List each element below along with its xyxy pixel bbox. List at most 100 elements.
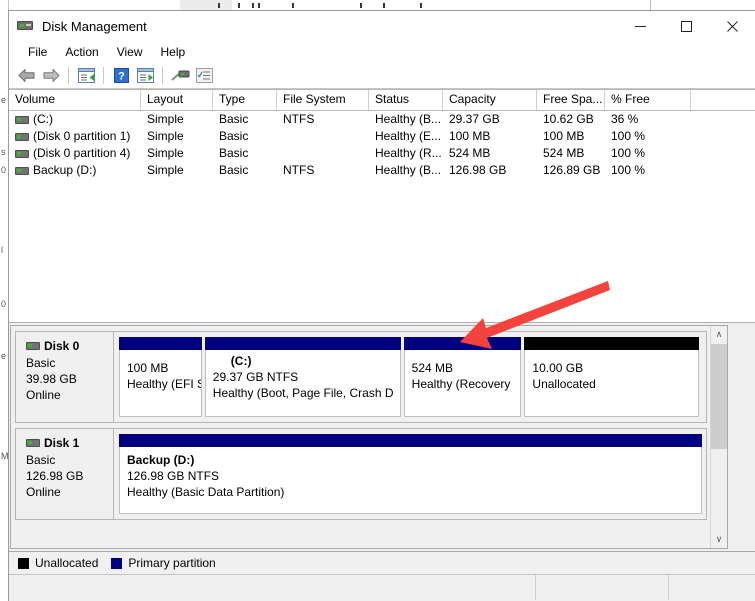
toolbar: ? (9, 63, 755, 89)
partition-status: Healthy (Recovery (411, 377, 511, 391)
volume-icon (15, 149, 29, 158)
status-pane-1 (9, 575, 536, 600)
toolbar-separator (103, 67, 104, 84)
volume-icon (15, 132, 29, 141)
graphical-view-scrollbar[interactable]: ∧ ∨ (710, 326, 727, 548)
table-row[interactable]: (Disk 0 partition 4) Simple Basic Health… (9, 145, 755, 162)
scroll-up-button[interactable]: ∧ (711, 326, 727, 343)
menu-help[interactable]: Help (152, 42, 195, 62)
cell-capacity: 524 MB (449, 146, 491, 160)
back-icon (18, 69, 35, 82)
legend-item-unallocated: Unallocated (18, 556, 98, 570)
legend-swatch-unallocated (18, 557, 29, 569)
cell-free-space: 524 MB (543, 146, 585, 160)
disk-size: 39.98 GB (26, 372, 77, 386)
disk-info-disk-1[interactable]: Disk 1 Basic 126.98 GB Online (16, 429, 114, 519)
cell-file-system: NTFS (283, 163, 315, 177)
properties-button[interactable] (192, 65, 216, 87)
disk-row-disk-1[interactable]: Disk 1 Basic 126.98 GB Online Backup (D:… (15, 428, 707, 520)
column-header-percent-free[interactable]: % Free (605, 90, 691, 110)
menu-action[interactable]: Action (56, 42, 107, 62)
scrollbar-thumb[interactable] (711, 344, 727, 449)
cell-percent-free: 100 % (611, 129, 646, 143)
show-action-pane-icon (136, 68, 154, 83)
cell-layout: Simple (147, 146, 184, 160)
cell-status: Healthy (E... (375, 129, 442, 143)
scroll-down-button[interactable]: ∨ (711, 531, 727, 548)
chevron-up-icon: ∧ (715, 329, 723, 339)
volume-list-header: Volume Layout Type File System Status Ca… (9, 89, 755, 111)
cell-percent-free: 100 % (611, 163, 646, 177)
partition-recovery[interactable]: 524 MB Healthy (Recovery (403, 337, 522, 417)
disk-icon (26, 342, 40, 350)
partition-size: 126.98 GB NTFS (127, 469, 220, 483)
status-pane-3 (669, 575, 755, 600)
svg-text:?: ? (118, 71, 125, 83)
help-button[interactable]: ? (109, 65, 133, 87)
cell-volume: (Disk 0 partition 4) (33, 146, 131, 160)
maximize-button[interactable] (663, 11, 709, 41)
cell-layout: Simple (147, 112, 184, 126)
minimize-button[interactable] (617, 11, 663, 41)
partition-size: 100 MB (127, 361, 169, 375)
back-button[interactable] (15, 65, 39, 87)
disk-info-disk-0[interactable]: Disk 0 Basic 39.98 GB Online (16, 332, 114, 422)
window-title: Disk Management (42, 18, 147, 34)
table-row[interactable]: Backup (D:) Simple Basic NTFS Healthy (B… (9, 162, 755, 179)
column-header-spacer[interactable] (691, 90, 746, 110)
properties-icon (195, 68, 213, 83)
partition-status: Healthy (Boot, Page File, Crash D (212, 386, 394, 400)
cell-free-space: 100 MB (543, 129, 585, 143)
disk-1-partitions: Backup (D:) 126.98 GB NTFS Healthy (Basi… (114, 429, 706, 519)
disk-management-window: Disk Management File Action View Help ? … (8, 10, 755, 601)
show-action-pane-button[interactable] (133, 65, 157, 87)
disk-0-partitions: 100 MB Healthy (EFI S (C:) 29.37 GB NTFS… (114, 332, 706, 422)
column-header-file-system[interactable]: File System (277, 90, 369, 110)
column-header-capacity[interactable]: Capacity (443, 90, 537, 110)
column-header-type[interactable]: Type (213, 90, 277, 110)
menu-file[interactable]: File (19, 42, 56, 62)
partition-unallocated[interactable]: 10.00 GB Unallocated (524, 337, 700, 417)
graphical-view-container: Disk 0 Basic 39.98 GB Online 100 MB Heal… (9, 323, 755, 551)
forward-button[interactable] (39, 65, 63, 87)
menu-view[interactable]: View (108, 42, 152, 62)
graphical-view[interactable]: Disk 0 Basic 39.98 GB Online 100 MB Heal… (10, 325, 728, 549)
cell-capacity: 100 MB (449, 129, 491, 143)
disk-row-disk-0[interactable]: Disk 0 Basic 39.98 GB Online 100 MB Heal… (15, 331, 707, 423)
show-hide-console-tree-button[interactable] (74, 65, 98, 87)
column-header-status[interactable]: Status (369, 90, 443, 110)
disk-name: Disk 0 (44, 339, 80, 353)
forward-icon (43, 69, 60, 82)
menu-bar: File Action View Help (9, 41, 755, 63)
close-button[interactable] (709, 11, 755, 41)
partition-size: 29.37 GB NTFS (212, 370, 299, 384)
partition-status: Healthy (Basic Data Partition) (127, 485, 285, 499)
legend-label-unallocated: Unallocated (35, 556, 99, 570)
cell-capacity: 126.98 GB (449, 163, 507, 177)
column-header-layout[interactable]: Layout (141, 90, 213, 110)
chevron-down-icon: ∨ (715, 534, 723, 544)
column-header-volume[interactable]: Volume (9, 90, 141, 110)
rescan-disks-button[interactable] (168, 65, 192, 87)
partition-c[interactable]: (C:) 29.37 GB NTFS Healthy (Boot, Page F… (204, 337, 401, 417)
partition-color-bar (403, 337, 522, 350)
table-row[interactable]: (Disk 0 partition 1) Simple Basic Health… (9, 128, 755, 145)
rescan-disks-icon (170, 70, 189, 81)
cell-percent-free: 100 % (611, 146, 646, 160)
partition-backup-d[interactable]: Backup (D:) 126.98 GB NTFS Healthy (Basi… (119, 434, 702, 514)
column-header-free-space[interactable]: Free Spa... (537, 90, 605, 110)
partition-status: Unallocated (532, 377, 596, 391)
cell-type: Basic (219, 129, 249, 143)
status-bar (9, 574, 755, 600)
volume-icon (15, 166, 29, 175)
table-row[interactable]: (C:) Simple Basic NTFS Healthy (B... 29.… (9, 111, 755, 128)
partition-color-bar (524, 337, 700, 350)
legend-swatch-primary-partition (111, 557, 123, 569)
legend-item-primary-partition: Primary partition (111, 556, 216, 570)
cell-file-system: NTFS (283, 112, 315, 126)
volume-list[interactable]: Volume Layout Type File System Status Ca… (9, 89, 755, 323)
partition-efi[interactable]: 100 MB Healthy (EFI S (119, 337, 202, 417)
toolbar-separator (162, 67, 163, 84)
partition-status: Healthy (EFI S (127, 377, 202, 391)
partition-label: (C:) (230, 354, 252, 368)
